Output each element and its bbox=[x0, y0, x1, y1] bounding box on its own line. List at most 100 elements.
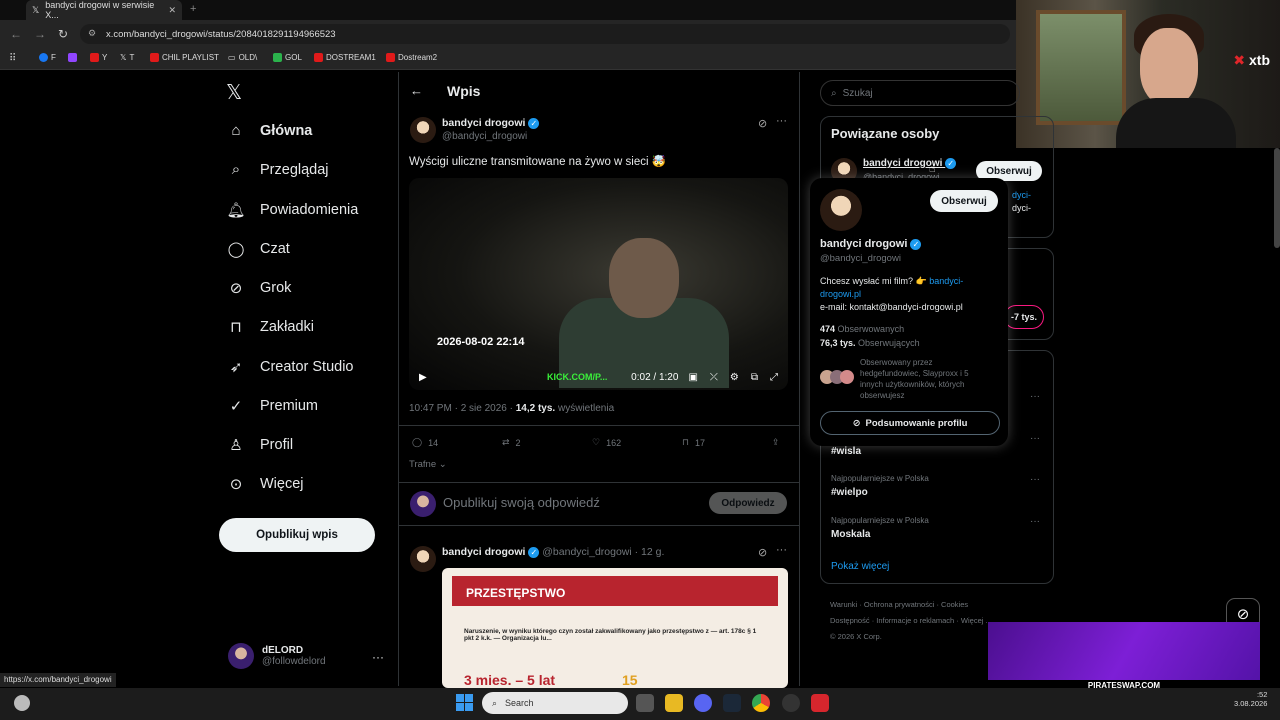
pip-icon[interactable]: ⧉ bbox=[751, 372, 758, 383]
status-link: https://x.com/bandyci_drogowi bbox=[0, 673, 116, 687]
site-settings-icon[interactable]: ⚙ bbox=[88, 28, 96, 39]
nav-item-profile[interactable]: ♙ Profil bbox=[226, 436, 293, 454]
share-action[interactable]: ⇪ bbox=[772, 437, 780, 448]
post-button[interactable]: Opublikuj wpis bbox=[219, 518, 375, 552]
taskbar-search[interactable]: ⌕ Search bbox=[482, 692, 628, 714]
repost-action[interactable]: ⇄ 2 bbox=[502, 437, 521, 448]
pill-button[interactable]: -7 tys. bbox=[1004, 305, 1044, 329]
trend-name[interactable]: #wielpo bbox=[831, 487, 868, 498]
nav-item-bookmarks[interactable]: ⊓ Zakładki bbox=[226, 318, 314, 336]
grok-icon[interactable]: ⊘ bbox=[758, 117, 767, 130]
browser-tab[interactable]: 𝕏 bandyci drogowi w serwisie X... ✕ bbox=[26, 0, 182, 20]
popup-follow-button[interactable]: Obserwuj bbox=[930, 190, 998, 212]
nav-item-grok[interactable]: ⊘ Grok bbox=[226, 279, 292, 297]
bookmark-f[interactable]: F bbox=[39, 53, 56, 62]
trend-name[interactable]: #wisla bbox=[831, 446, 861, 457]
footer-link[interactable]: Warunki bbox=[830, 600, 857, 609]
steam-icon[interactable] bbox=[723, 694, 741, 712]
popup-avatar[interactable] bbox=[820, 189, 862, 231]
apps-grid-icon[interactable]: ⠿ bbox=[9, 53, 16, 64]
mute-icon[interactable]: ⤫ bbox=[710, 372, 718, 383]
nav-item-chat[interactable]: ◯ Czat bbox=[226, 240, 290, 258]
trend-more-icon[interactable]: ··· bbox=[1030, 474, 1040, 485]
footer-link[interactable]: Cookies bbox=[941, 600, 968, 609]
nav-item-home[interactable]: ⌂ Główna bbox=[226, 122, 312, 139]
trend-more-icon[interactable]: ··· bbox=[1030, 516, 1040, 527]
chrome-icon[interactable] bbox=[752, 694, 770, 712]
trend-label: Najpopularniejsze w Polska bbox=[831, 474, 929, 483]
popup-name[interactable]: bandyci drogowi ✓ bbox=[820, 238, 922, 250]
forward-icon[interactable]: → bbox=[34, 27, 46, 41]
related-bio-link[interactable]: dyci- bbox=[1012, 190, 1031, 200]
bookmark-action[interactable]: ⊓ 17 bbox=[682, 437, 705, 448]
show-more-link[interactable]: Pokaż więcej bbox=[831, 561, 889, 572]
reply-action[interactable]: ◯ 14 bbox=[412, 437, 438, 448]
footer-link[interactable]: Dostępność bbox=[830, 616, 870, 625]
author-handle[interactable]: @bandyci_drogowi bbox=[442, 131, 527, 142]
bookmark-t[interactable]: 𝕏T bbox=[120, 53, 134, 62]
close-tab-icon[interactable]: ✕ bbox=[168, 5, 176, 16]
video-player[interactable]: 2026-08-02 22:14 KICK.COM/P... ▶ 0:02 / … bbox=[409, 178, 788, 390]
nav-item-explore[interactable]: ⌕ Przeglądaj bbox=[226, 161, 329, 178]
post-image-card[interactable]: PRZESTĘPSTWO Naruszenie, w wyniku któreg… bbox=[442, 568, 788, 688]
author-avatar[interactable] bbox=[410, 546, 436, 572]
bookmark-y[interactable]: Y bbox=[90, 53, 107, 62]
trend-more-icon[interactable]: ··· bbox=[1030, 433, 1040, 444]
address-bar[interactable]: x.com/bandyci_drogowi/status/20840182911… bbox=[80, 24, 1010, 44]
footer-link[interactable]: Ochrona prywatności bbox=[864, 600, 934, 609]
x-logo-icon: 𝕏 bbox=[32, 4, 40, 15]
bookmark-chil-playlist[interactable]: CHIL PLAYLIST bbox=[150, 53, 219, 62]
more-icon[interactable]: ··· bbox=[776, 544, 787, 556]
bookmark-gol[interactable]: GOL bbox=[273, 53, 302, 62]
author-name[interactable]: bandyci drogowi bbox=[442, 546, 525, 558]
play-icon[interactable]: ▶ bbox=[419, 372, 427, 383]
footer-link[interactable]: Informacje o reklamach bbox=[876, 616, 954, 625]
author-name[interactable]: bandyci drogowi ✓ bbox=[442, 117, 540, 129]
reply-input[interactable]: Opublikuj swoją odpowiedź bbox=[443, 495, 600, 510]
youtube-icon bbox=[314, 53, 323, 62]
discord-icon[interactable] bbox=[694, 694, 712, 712]
account-handle: @followdelord bbox=[262, 656, 326, 667]
verified-icon: ✓ bbox=[528, 546, 540, 558]
app-icon[interactable] bbox=[811, 694, 829, 712]
reply-button[interactable]: Odpowiedz bbox=[709, 492, 787, 514]
taskbar-clock[interactable]: :52 3.08.2026 bbox=[1234, 690, 1267, 708]
followed-by-text[interactable]: Obserwowany przez hedgefundowiec, Slaypr… bbox=[860, 357, 992, 401]
bookmark-dostream2[interactable]: Dostream2 bbox=[386, 53, 437, 62]
nav-item-more[interactable]: ⊙ Więcej bbox=[226, 475, 304, 493]
start-icon[interactable] bbox=[456, 694, 473, 711]
bookmark-dostream1[interactable]: DOSTREAM1 bbox=[314, 53, 376, 62]
trend-more-icon[interactable]: ··· bbox=[1030, 391, 1040, 402]
new-tab-icon[interactable]: + bbox=[190, 3, 196, 15]
more-icon[interactable]: ··· bbox=[776, 115, 787, 127]
obs-icon[interactable] bbox=[782, 694, 800, 712]
settings-icon[interactable]: ⚙ bbox=[730, 372, 739, 383]
like-action[interactable]: ♡ 162 bbox=[592, 437, 621, 448]
popup-followers[interactable]: 76,3 tys. Obserwujących bbox=[820, 338, 920, 348]
account-switcher[interactable]: dELORD @followdelord bbox=[228, 643, 326, 669]
fullscreen-icon[interactable]: ⤢ bbox=[770, 372, 778, 383]
bookmark-twitch[interactable] bbox=[68, 53, 77, 62]
back-arrow-icon[interactable]: ← bbox=[410, 83, 423, 98]
account-more-icon[interactable]: ··· bbox=[372, 650, 384, 664]
popup-following[interactable]: 474 Obserwowanych bbox=[820, 324, 904, 334]
nav-item-premium[interactable]: ✓ Premium bbox=[226, 397, 318, 415]
nav-item-creator-studio[interactable]: ➶ Creator Studio bbox=[226, 358, 354, 376]
captions-icon[interactable]: ▣ bbox=[688, 372, 697, 383]
scrollbar[interactable] bbox=[1274, 148, 1280, 248]
search-input[interactable]: ⌕ Szukaj bbox=[820, 80, 1020, 106]
reload-icon[interactable]: ↻ bbox=[58, 27, 68, 41]
x-logo-icon[interactable]: 𝕏 bbox=[226, 80, 242, 105]
trend-name[interactable]: Moskala bbox=[831, 529, 870, 540]
weather-icon[interactable] bbox=[14, 695, 30, 711]
file-explorer-icon[interactable] bbox=[665, 694, 683, 712]
grok-icon[interactable]: ⊘ bbox=[758, 546, 767, 559]
sort-dropdown[interactable]: Trafne ⌄ bbox=[409, 459, 447, 470]
back-icon[interactable]: ← bbox=[10, 27, 22, 41]
profile-summary-button[interactable]: ⊘ Podsumowanie profilu bbox=[820, 411, 1000, 435]
nav-item-notifications[interactable]: 🔔︎ Powiadomienia bbox=[226, 201, 358, 219]
task-view-icon[interactable] bbox=[636, 694, 654, 712]
bookmark-old[interactable]: ▭ OLD\ bbox=[228, 53, 257, 62]
author-avatar[interactable] bbox=[410, 117, 436, 143]
related-name[interactable]: bandyci drogowi ✓ bbox=[863, 158, 957, 169]
